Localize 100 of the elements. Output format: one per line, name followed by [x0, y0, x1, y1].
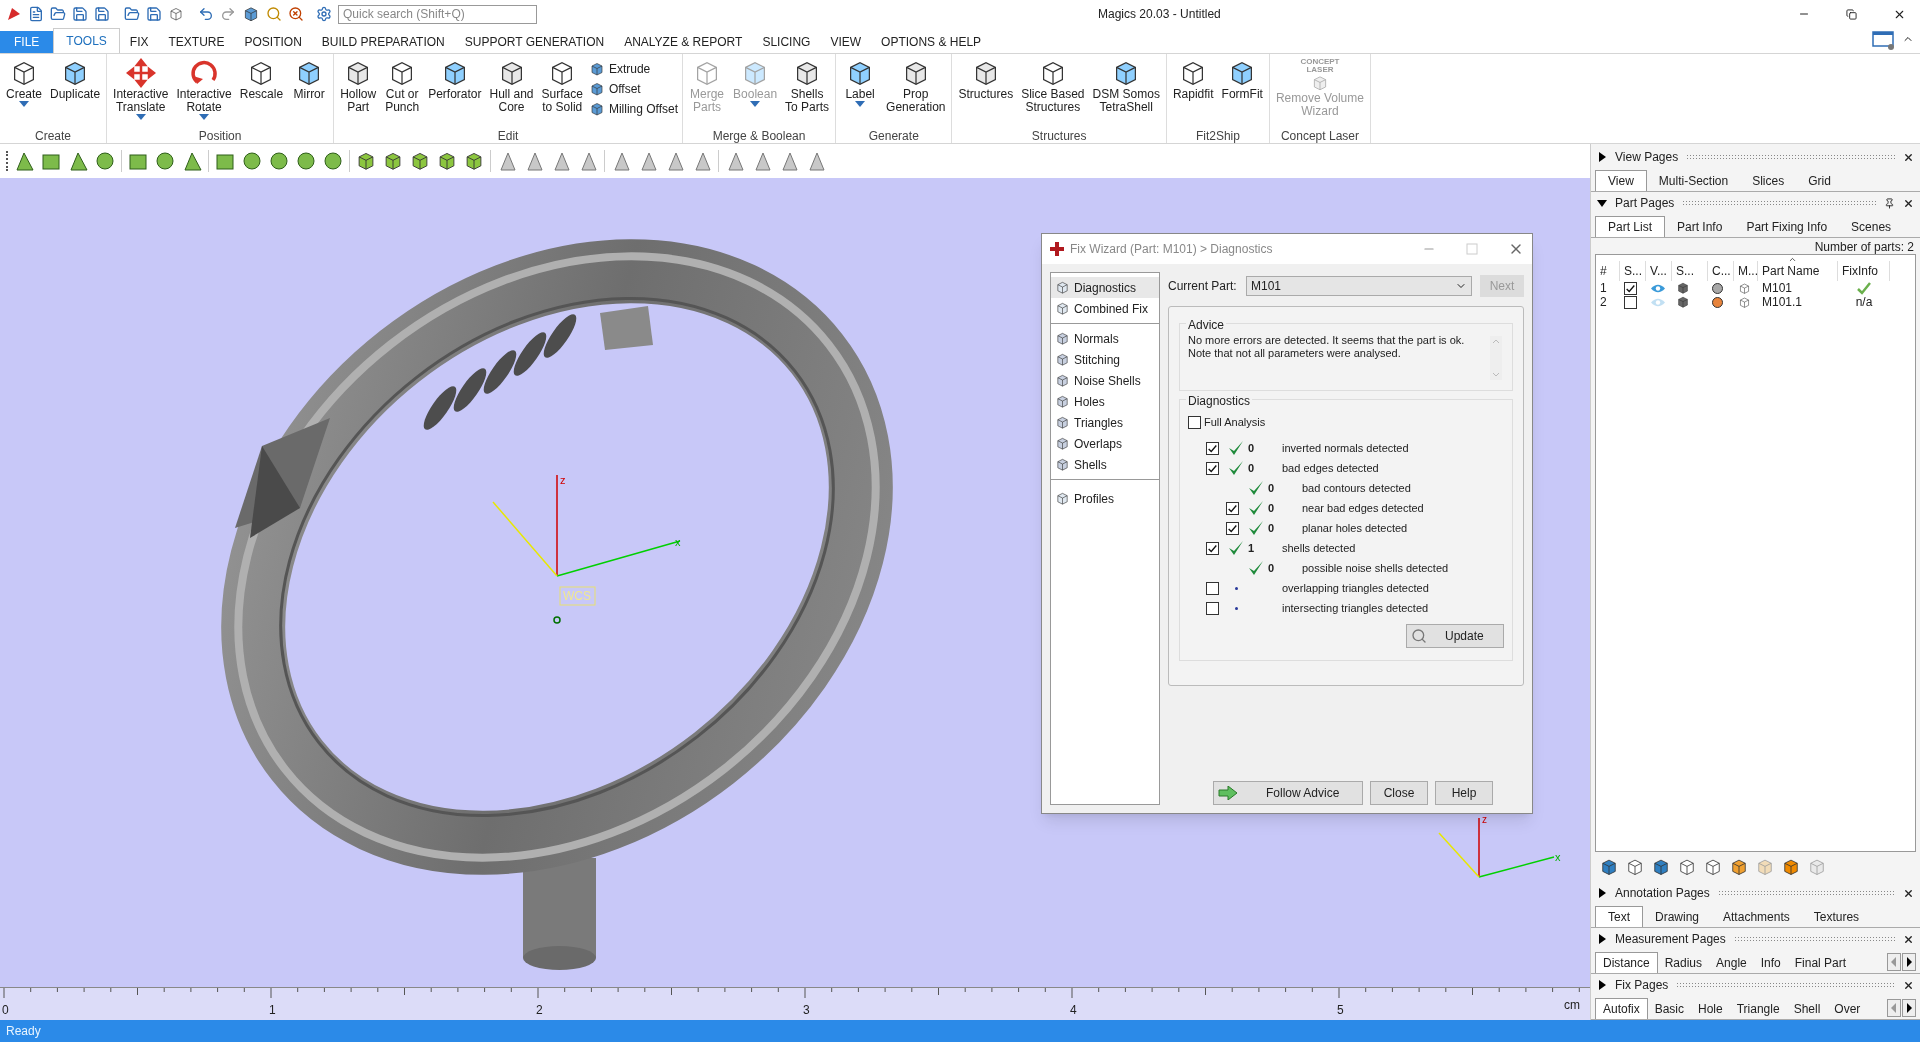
column-header[interactable]: C...	[1712, 262, 1731, 280]
dialog-button[interactable]: Close	[1370, 781, 1428, 805]
ribbon-tab[interactable]: FIX	[119, 31, 159, 53]
circle-icon[interactable]	[154, 150, 176, 172]
checkbox[interactable]	[1206, 441, 1219, 455]
caret-icon[interactable]	[135, 114, 146, 120]
ribbon-button[interactable]: Surface to Solid	[539, 58, 585, 127]
checkbox[interactable]	[1206, 581, 1219, 595]
file-icon[interactable]	[28, 6, 44, 22]
caret-icon[interactable]	[19, 101, 29, 107]
ribbon-button[interactable]: Hull and Core	[487, 58, 536, 127]
save-icon[interactable]	[94, 6, 110, 22]
caret-icon[interactable]	[199, 114, 210, 120]
nav-item[interactable]: Triangles	[1051, 412, 1159, 433]
ribbon-button[interactable]: Hollow Part	[338, 58, 379, 127]
ribbon-button[interactable]: FormFit	[1219, 58, 1265, 127]
ribbon-button[interactable]: Milling Offset	[588, 100, 679, 118]
column-header[interactable]: V...	[1650, 262, 1667, 280]
panel-tab[interactable]: Info	[1753, 952, 1788, 973]
ribbon-tab[interactable]: SLICING	[752, 31, 821, 53]
circle-icon[interactable]	[241, 150, 263, 172]
close-icon[interactable]	[1903, 933, 1914, 945]
expand-arrow-icon[interactable]	[1597, 980, 1607, 990]
ribbon-tab[interactable]: OPTIONS & HELP	[871, 31, 992, 53]
redo-icon[interactable]	[220, 6, 236, 22]
panel-tab[interactable]: Scenes	[1839, 216, 1904, 237]
restore-icon[interactable]	[1846, 8, 1857, 20]
eye-icon[interactable]	[1650, 282, 1666, 294]
panel-tab[interactable]: Part Fixing Info	[1734, 216, 1840, 237]
expand-arrow-icon[interactable]	[1597, 888, 1607, 898]
triangle-icon[interactable]	[181, 150, 203, 172]
ribbon-button[interactable]: Prop Generation	[884, 58, 948, 127]
panel-tab[interactable]: Hole	[1691, 998, 1730, 1019]
close-icon[interactable]	[1903, 197, 1914, 209]
scroll-right-icon[interactable]	[1902, 953, 1916, 971]
panel-tab[interactable]: Drawing	[1643, 906, 1712, 927]
circle-icon[interactable]	[268, 150, 290, 172]
nav-item[interactable]: Profiles	[1051, 488, 1159, 509]
nav-item[interactable]: Overlaps	[1051, 433, 1159, 454]
panel-tab[interactable]: Triangle	[1729, 998, 1787, 1019]
column-header[interactable]: M...	[1738, 262, 1758, 280]
panel-tab[interactable]: Shell	[1786, 998, 1828, 1019]
panel-tab[interactable]: Final Part	[1787, 952, 1854, 973]
ribbon-tab[interactable]: FILE	[0, 31, 54, 53]
column-header[interactable]: S...	[1676, 262, 1694, 280]
collapse-arrow-icon[interactable]	[1597, 198, 1607, 208]
nav-item[interactable]: Shells	[1051, 454, 1159, 475]
checkbox[interactable]	[1206, 601, 1219, 615]
panel-tab[interactable]: Attachments	[1711, 906, 1802, 927]
checkbox[interactable]	[1226, 501, 1239, 515]
window-settings-icon[interactable]	[1872, 31, 1896, 51]
panel-tab[interactable]: View	[1595, 170, 1647, 191]
ribbon-button[interactable]: Interactive Translate	[111, 58, 171, 127]
panel-tab[interactable]: Part List	[1595, 216, 1665, 237]
part-select[interactable]: M101	[1246, 276, 1472, 296]
column-header[interactable]: #	[1600, 262, 1607, 280]
panel-tab[interactable]: Grid	[1796, 170, 1843, 191]
circle-icon[interactable]	[322, 150, 344, 172]
panel-tab[interactable]: Text	[1595, 906, 1643, 927]
ribbon-button[interactable]: Structures	[956, 58, 1016, 127]
ribbon-button[interactable]: Rapidfit	[1170, 58, 1216, 127]
caret-icon[interactable]	[855, 101, 866, 107]
ribbon-button[interactable]: Shells To Parts	[783, 58, 832, 127]
nav-item[interactable]: Stitching	[1051, 349, 1159, 370]
ribbon-button[interactable]: Label	[840, 58, 881, 127]
nav-item[interactable]: Combined Fix	[1051, 298, 1159, 319]
column-header[interactable]: Part Name	[1762, 262, 1820, 280]
checkbox[interactable]	[1226, 521, 1239, 535]
triangle-icon[interactable]	[13, 150, 35, 172]
checkbox[interactable]	[1206, 541, 1219, 555]
panel-tab[interactable]: Basic	[1647, 998, 1692, 1019]
ribbon-tab[interactable]: POSITION	[234, 31, 312, 53]
ribbon-tab[interactable]: ANALYZE & REPORT	[614, 31, 753, 53]
ribbon-button[interactable]: Rescale	[237, 58, 286, 127]
checkbox[interactable]	[1624, 295, 1637, 309]
panel-tab[interactable]: Over	[1827, 998, 1868, 1019]
circle-icon[interactable]	[295, 150, 317, 172]
column-header[interactable]: FixInfo	[1842, 262, 1878, 280]
ribbon-button[interactable]: Mirror	[289, 58, 330, 127]
panel-tab[interactable]: Textures	[1801, 906, 1872, 927]
ribbon-button[interactable]: Duplicate	[48, 58, 103, 127]
expand-arrow-icon[interactable]	[1597, 152, 1607, 162]
close-icon[interactable]	[1903, 151, 1914, 163]
ribbon-button[interactable]: Extrude	[588, 60, 679, 78]
dialog-button[interactable]: Help	[1435, 781, 1493, 805]
checkbox[interactable]	[1206, 461, 1219, 475]
dialog-button[interactable]: Follow Advice	[1213, 781, 1363, 805]
ribbon-button[interactable]: Perforator	[426, 58, 484, 127]
scroll-right-icon[interactable]	[1902, 999, 1916, 1017]
ribbon-button[interactable]: Create	[4, 58, 45, 127]
checkbox[interactable]	[1188, 415, 1201, 429]
panel-tab[interactable]: Multi-Section	[1646, 170, 1741, 191]
ribbon-button[interactable]: DSM Somos TetraShell	[1090, 58, 1162, 127]
nav-item[interactable]: Normals	[1051, 328, 1159, 349]
nav-item[interactable]: Noise Shells	[1051, 370, 1159, 391]
close-icon[interactable]	[1903, 979, 1914, 991]
folder-icon[interactable]	[50, 6, 66, 22]
update-button[interactable]: Update	[1406, 624, 1504, 648]
column-header[interactable]: S...	[1624, 262, 1642, 280]
ribbon-tab[interactable]: TEXTURE	[158, 31, 235, 53]
